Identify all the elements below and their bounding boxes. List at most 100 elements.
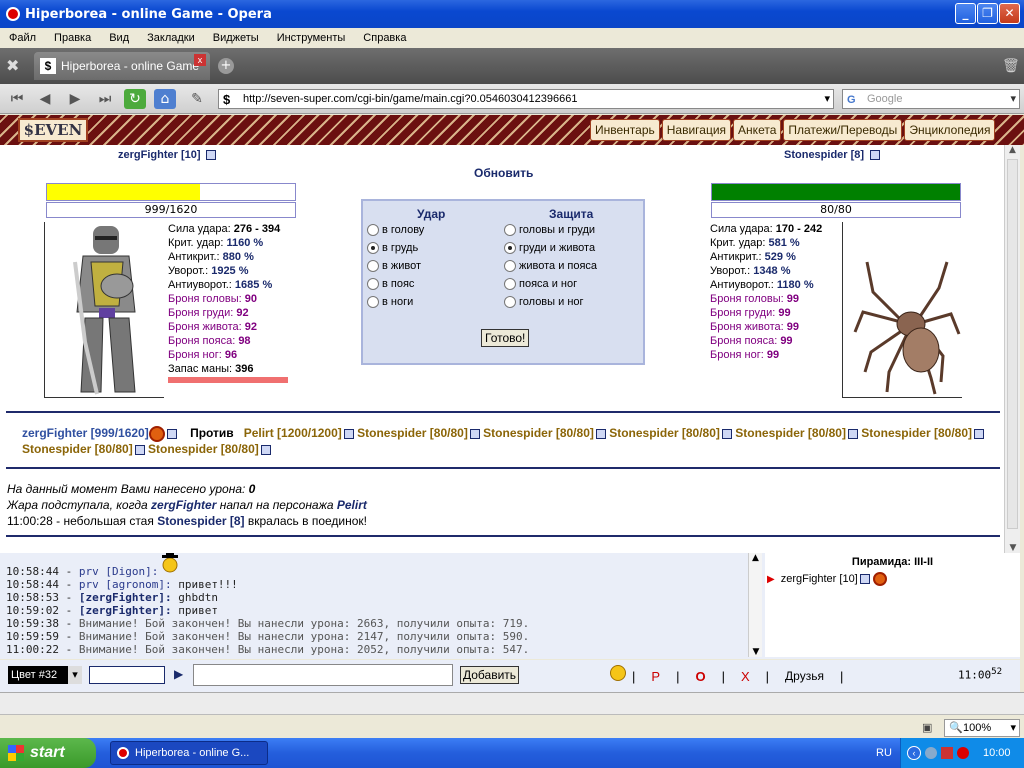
scroll-up-icon[interactable]: ▲ — [1005, 145, 1020, 155]
info-icon[interactable] — [721, 429, 732, 439]
radio-hit-3[interactable] — [367, 278, 379, 291]
taskbar-item-opera[interactable]: Hiperborea - online G... — [110, 741, 268, 765]
recipient-input[interactable] — [89, 666, 165, 684]
radio-hit-4[interactable] — [367, 296, 379, 309]
radio-defend-3[interactable] — [504, 278, 516, 291]
scroll-down-icon[interactable]: ▼ — [749, 647, 763, 657]
menu-widgets[interactable]: Виджеты — [204, 32, 268, 44]
nav-profile[interactable]: Анкета — [733, 119, 782, 141]
minimize-button[interactable]: _ — [955, 3, 976, 24]
hit-option[interactable]: в живот — [367, 259, 421, 273]
maximize-button[interactable]: ❐ — [977, 3, 998, 24]
versus-enemy[interactable]: Stonespider [80/80] — [22, 442, 133, 456]
hit-option[interactable]: в пояс — [367, 277, 414, 291]
versus-enemy[interactable]: Stonespider [80/80] — [861, 426, 972, 440]
chevron-left-icon[interactable]: ‹ — [907, 746, 921, 760]
trash-icon[interactable]: 🗑 — [1002, 58, 1020, 74]
chat-user[interactable]: [zergFighter]: — [79, 604, 172, 617]
info-icon[interactable] — [206, 150, 217, 160]
chat-user[interactable]: prv [Digon]: — [79, 565, 158, 578]
chevron-down-icon[interactable]: ▾ — [824, 90, 830, 108]
info-icon[interactable] — [595, 429, 606, 439]
chat-user[interactable]: prv [agronom]: — [79, 578, 172, 591]
forward-icon[interactable]: ▶ — [64, 89, 86, 109]
hit-option[interactable]: в голову — [367, 223, 424, 237]
info-icon[interactable] — [869, 150, 880, 160]
rewind-icon[interactable]: ⏮ — [6, 89, 28, 109]
chevron-down-icon[interactable]: ▾ — [1010, 90, 1016, 108]
defend-option[interactable]: головы и ног — [504, 295, 584, 309]
radio-defend-1[interactable] — [504, 242, 516, 255]
radio-defend-0[interactable] — [504, 224, 516, 237]
reload-icon[interactable]: ↻ — [124, 89, 146, 109]
refresh-link[interactable]: Обновить — [474, 166, 533, 180]
versus-enemy[interactable]: Stonespider [80/80] — [357, 426, 468, 440]
menu-tools[interactable]: Инструменты — [268, 32, 355, 44]
defend-option[interactable]: пояса и ног — [504, 277, 577, 291]
info-icon[interactable] — [847, 429, 858, 439]
radio-hit-2[interactable] — [367, 260, 379, 273]
radio-defend-2[interactable] — [504, 260, 516, 273]
enemy-name[interactable]: Stonespider [8] — [784, 149, 864, 161]
network-icon[interactable] — [925, 747, 937, 759]
menu-help[interactable]: Справка — [354, 32, 415, 44]
defend-option[interactable]: груди и живота — [504, 241, 595, 255]
info-icon[interactable] — [134, 444, 145, 455]
chat-user[interactable]: [zergFighter]: — [79, 591, 172, 604]
edit-icon[interactable]: ✎ — [186, 89, 208, 109]
message-input[interactable] — [193, 664, 453, 686]
close-button[interactable]: ✕ — [999, 3, 1020, 24]
smiley-icon[interactable] — [610, 665, 626, 681]
radio-hit-0[interactable] — [367, 224, 379, 237]
chevron-down-icon[interactable]: ▾ — [1010, 720, 1016, 736]
add-button[interactable]: Добавить — [460, 666, 520, 684]
info-icon[interactable] — [469, 429, 480, 439]
defend-option[interactable]: головы и груди — [504, 223, 595, 237]
defend-option[interactable]: живота и пояса — [504, 259, 597, 273]
ready-button[interactable]: Готово! — [481, 329, 530, 347]
info-icon[interactable] — [166, 429, 177, 439]
friends-link[interactable]: Друзья — [785, 669, 824, 684]
info-icon[interactable] — [859, 574, 870, 584]
fast-forward-icon[interactable]: ⏭ — [94, 89, 116, 109]
nav-encyclopedia[interactable]: Энциклопедия — [904, 119, 996, 141]
nav-payments[interactable]: Платежи/Переводы — [783, 119, 903, 141]
user-name[interactable]: zergFighter [10] — [781, 573, 858, 585]
link-o[interactable]: О — [695, 669, 705, 684]
zoom-select[interactable]: 🔍 100% ▾ — [944, 719, 1020, 737]
chat-scrollbar[interactable]: ▲ ▼ — [748, 553, 762, 657]
hit-option[interactable]: в ноги — [367, 295, 413, 309]
tab-hiperborea[interactable]: $ Hiperborea - online Game x — [34, 52, 210, 80]
tab-close-icon[interactable]: x — [194, 54, 206, 66]
menu-view[interactable]: Вид — [100, 32, 138, 44]
back-icon[interactable]: ◀ — [34, 89, 56, 109]
versus-enemy[interactable]: Stonespider [80/80] — [735, 426, 846, 440]
menu-bookmarks[interactable]: Закладки — [138, 32, 204, 44]
radio-defend-4[interactable] — [504, 296, 516, 309]
tools-icon[interactable]: ✖ — [6, 56, 19, 75]
versus-enemy[interactable]: Pelirt [1200/1200] — [244, 426, 342, 440]
menu-edit[interactable]: Правка — [45, 32, 100, 44]
player-name[interactable]: zergFighter [10] — [118, 149, 201, 161]
link-x[interactable]: Х — [741, 669, 750, 684]
versus-enemy[interactable]: Stonespider [80/80] — [609, 426, 720, 440]
versus-player[interactable]: zergFighter [999/1620] — [22, 426, 149, 440]
scroll-up-icon[interactable]: ▲ — [749, 553, 762, 563]
language-indicator[interactable]: RU — [876, 738, 892, 768]
info-icon[interactable] — [974, 429, 984, 439]
arrow-right-icon[interactable]: ▶ — [767, 574, 775, 585]
start-button[interactable]: start — [0, 738, 96, 768]
address-bar[interactable]: $ http://seven-super.com/cgi-bin/game/ma… — [218, 89, 834, 109]
menu-file[interactable]: Файл — [0, 32, 45, 44]
link-r[interactable]: Р — [651, 669, 660, 684]
info-icon[interactable] — [260, 444, 271, 455]
home-icon[interactable]: ⌂ — [154, 89, 176, 109]
search-input[interactable]: G Google ▾ — [842, 89, 1020, 109]
nav-inventory[interactable]: Инвентарь — [590, 119, 660, 141]
radio-hit-1[interactable] — [367, 242, 379, 255]
content-scrollbar[interactable]: ▲ ▼ — [1004, 145, 1020, 553]
scroll-thumb[interactable] — [1007, 159, 1018, 529]
seven-logo[interactable]: $EVEN — [18, 118, 88, 142]
info-icon[interactable] — [343, 429, 354, 439]
tray-app-icon[interactable] — [941, 747, 953, 759]
